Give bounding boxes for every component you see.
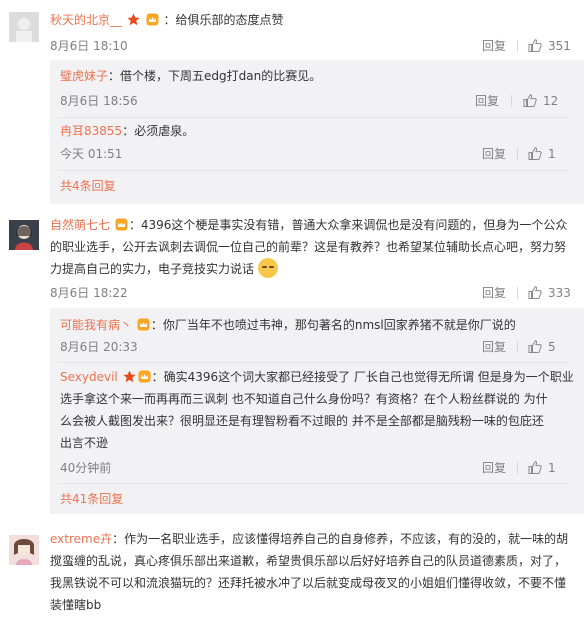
divider [517, 341, 518, 353]
comment-text-line: 力提高自己的实力，电子竞技实力说话 [50, 262, 255, 276]
divider [517, 462, 518, 474]
like-count: 5 [548, 340, 556, 354]
username[interactable]: 可能我有病丶 [60, 318, 132, 332]
reply-text-line: 出言不逊 [60, 436, 109, 450]
timestamp: 今天 01:51 [60, 147, 123, 161]
thumbs-up-icon [528, 39, 542, 52]
reply-button[interactable]: 回复 [482, 338, 506, 356]
thumbs-up-icon [528, 340, 542, 353]
like-button[interactable]: 1 [528, 459, 556, 477]
crown-badge-icon [138, 370, 151, 383]
comment-text-line: ：作为一名职业选手，应该懂得培养自己的自身修养，不应该，有的没的，就一味的胡 [112, 532, 569, 546]
star-badge-icon [122, 370, 136, 383]
timestamp: 8月6日 18:22 [50, 286, 128, 300]
more-replies-link[interactable]: 共41条回复 [60, 490, 123, 508]
comment-text: ：给俱乐部的态度点赞 [163, 13, 284, 27]
divider [517, 148, 518, 160]
reply-button[interactable]: 回复 [482, 284, 506, 302]
divider [517, 287, 518, 299]
reply-header: 璧虎妹子：借个楼，下周五edg打dan的比赛见。 [60, 67, 321, 85]
username[interactable]: extreme卉 [50, 532, 112, 546]
timestamp: 8月6日 20:33 [60, 340, 138, 354]
star-badge-icon [127, 13, 140, 26]
comment-body: 自然萌七七 ：4396这个梗是事实没有错，普通大众拿来调侃也是没有问题的，但身为… [50, 214, 567, 280]
reply-header: 可能我有病丶 ：你厂当年不也喷过韦神，那句著名的nmsl回家养猪不就是你厂说的 [60, 316, 516, 334]
like-count: 351 [548, 39, 571, 53]
like-button[interactable]: 5 [528, 338, 556, 356]
like-count: 333 [548, 286, 571, 300]
timestamp: 40分钟前 [60, 461, 112, 475]
like-count: 1 [548, 147, 556, 161]
avatar[interactable] [9, 12, 39, 42]
reply-button[interactable]: 回复 [482, 459, 506, 477]
comment-text-line: 我黑铁说不可以和流浪猫玩的？还拜托被水冲了以后就变成母夜叉的小姐姐们懂得收敛，不… [50, 576, 567, 590]
timestamp: 8月6日 18:10 [50, 39, 128, 53]
thumbs-up-icon [523, 94, 537, 107]
like-count: 12 [543, 94, 559, 108]
username[interactable]: 自然萌七七 [50, 218, 110, 232]
thumbs-up-icon [528, 461, 542, 474]
username[interactable]: 秋天的北京__ [50, 13, 122, 27]
like-button[interactable]: 333 [528, 284, 571, 302]
reply-text-line: 选手拿这个来一而再再而三讽刺 也不知道自己什么身份吗？有资格？在个人粉丝群说的 … [60, 392, 548, 406]
divider [517, 40, 518, 52]
divider [511, 95, 512, 107]
reply-text-line: 么会被人截图发出来？很明显还是有理智粉看不过眼的 并不是全部都是脑残粉一味的包庇… [60, 414, 544, 428]
reply-button[interactable]: 回复 [482, 145, 506, 163]
comment-text-line: ：4396这个梗是事实没有错，普通大众拿来调侃也是没有问题的，但身为一个公众 [128, 218, 568, 232]
thumbs-up-icon [528, 286, 542, 299]
reply-body: Sexydevil ：确实4396这个词大家都已经接受了 厂长自己也觉得无所谓 … [60, 366, 574, 454]
crown-badge-icon [137, 318, 150, 331]
like-button[interactable]: 1 [528, 145, 556, 163]
comment-header: 秋天的北京__ ：给俱乐部的态度点赞 [50, 11, 284, 29]
more-replies-link[interactable]: 共4条回复 [60, 177, 116, 195]
avatar[interactable] [9, 220, 39, 250]
timestamp: 8月6日 18:56 [60, 94, 138, 108]
comment-text-line: 装懂瞎bb [50, 598, 102, 612]
comment-text-line: 搅蛮缠的乱说，真心疼俱乐部出来道歉，希望贵俱乐部以后好好培养自己的队员道德素质，… [50, 554, 567, 568]
thumbs-up-icon [528, 147, 542, 160]
username[interactable]: 璧虎妹子 [60, 69, 108, 83]
comment-body: extreme卉：作为一名职业选手，应该懂得培养自己的自身修养，不应该，有的没的… [50, 528, 568, 616]
crown-badge-icon [115, 218, 128, 231]
reply-button[interactable]: 回复 [482, 37, 506, 55]
reply-button[interactable]: 回复 [475, 92, 499, 110]
crown-badge-icon [146, 13, 159, 26]
separator [58, 483, 570, 484]
reply-text-line: ：确实4396这个词大家都已经接受了 厂长自己也觉得无所谓 但是身为一个职业 [151, 370, 574, 384]
username[interactable]: Sexydevil [60, 370, 118, 384]
reply-text: ：你厂当年不也喷过韦神，那句著名的nmsl回家养猪不就是你厂说的 [150, 318, 516, 332]
emoji-icon [257, 258, 278, 278]
separator [58, 170, 570, 171]
reply-text: ：必须虐泉。 [122, 124, 195, 138]
like-button[interactable]: 12 [523, 92, 558, 110]
reply-text: ：借个楼，下周五edg打dan的比赛见。 [108, 69, 322, 83]
username[interactable]: 冉耳83855 [60, 124, 122, 138]
comment-text-line: 的职业选手，公开去讽刺去调侃一位自己的前辈？这是有教养？也希望某位辅助长点心吧，… [50, 240, 567, 254]
like-button[interactable]: 351 [528, 37, 571, 55]
like-count: 1 [548, 461, 556, 475]
reply-header: 冉耳83855：必须虐泉。 [60, 122, 194, 140]
separator [58, 362, 570, 363]
avatar[interactable] [9, 535, 39, 565]
separator [58, 117, 570, 118]
